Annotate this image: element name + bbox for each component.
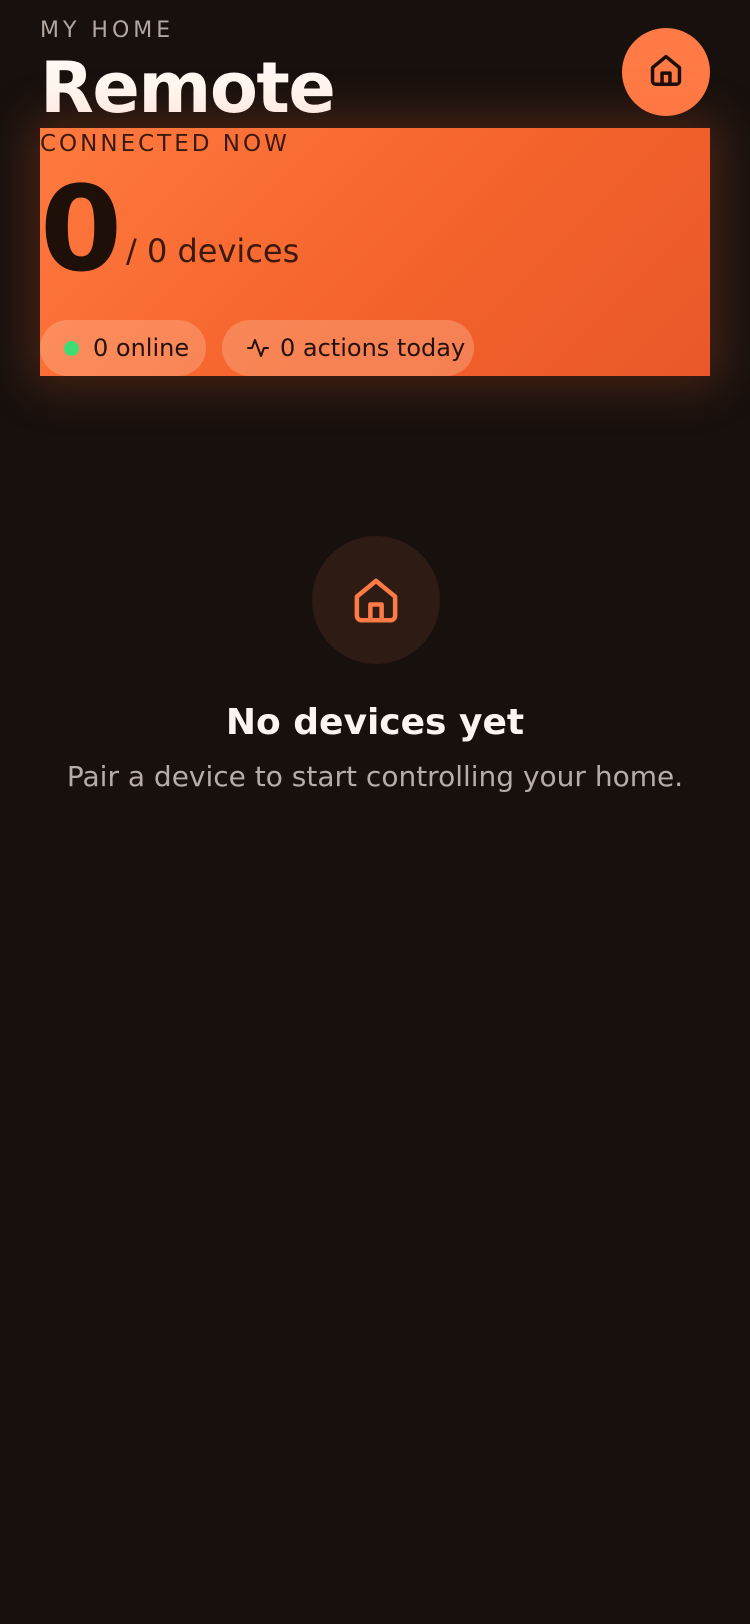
empty-state-subtitle: Pair a device to start controlling your … [66, 760, 684, 793]
empty-state: No devices yet Pair a device to start co… [0, 536, 750, 806]
home-icon [647, 51, 685, 93]
home-button[interactable] [622, 28, 710, 116]
online-status-dot-icon [64, 340, 79, 356]
activity-pulse-icon [246, 336, 270, 360]
page-title: Remote [40, 47, 336, 129]
app-header: MY HOME Remote [40, 0, 710, 129]
empty-state-home-icon [312, 536, 440, 664]
actions-chip: 0 actions today [222, 320, 474, 376]
connected-summary-card: CONNECTED NOW 0 / 0 devices 0 online 0 a… [40, 128, 710, 376]
actions-count: 0 actions today [280, 334, 466, 362]
online-chip: 0 online [40, 320, 206, 376]
total-devices: / 0 devices [126, 232, 300, 270]
empty-state-title: No devices yet [225, 702, 525, 743]
page-eyebrow: MY HOME [40, 18, 175, 43]
online-count: 0 online [93, 334, 190, 362]
connected-label: CONNECTED NOW [40, 131, 290, 157]
connected-count: 0 [40, 160, 123, 298]
